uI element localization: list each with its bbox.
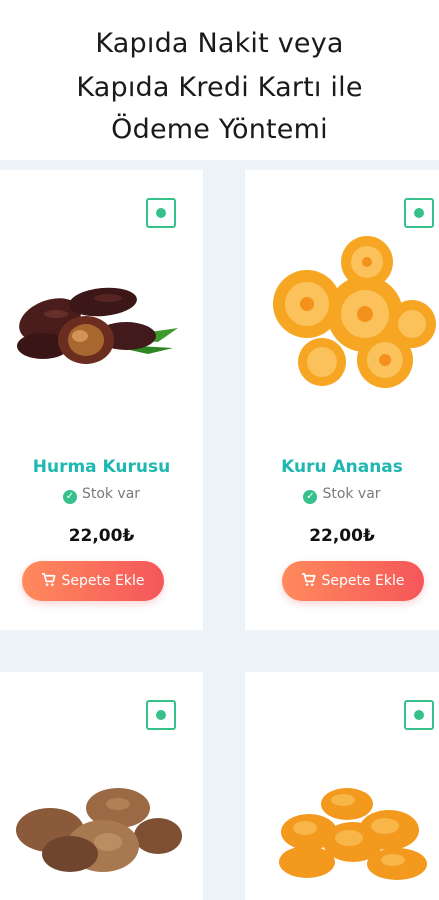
- add-to-cart-button[interactable]: Sepete Ekle: [22, 561, 164, 601]
- product-name[interactable]: Hurma Kurusu: [0, 457, 203, 477]
- product-card-hurma-kurusu[interactable]: Hurma Kurusu ✓ Stok var 22,00₺ Sepete Ekl…: [0, 170, 203, 630]
- header-line-3: Ödeme Yöntemi: [111, 114, 328, 145]
- stock-status: ✓ Stok var: [0, 486, 203, 504]
- dried-figs-image[interactable]: [8, 780, 188, 880]
- cart-icon: [302, 573, 316, 586]
- product-price: 22,00₺: [309, 526, 375, 546]
- header-line-1: Kapıda Nakit veya: [95, 28, 344, 59]
- product-price: 22,00₺: [68, 526, 135, 546]
- veg-badge-icon: [404, 198, 434, 228]
- check-circle-icon: ✓: [62, 490, 77, 504]
- add-to-cart-label: Sepete Ekle: [61, 573, 145, 589]
- product-card-dried-apricots[interactable]: [245, 672, 439, 900]
- check-circle-icon: ✓: [303, 490, 318, 504]
- stock-status: ✓ Stok var: [245, 486, 439, 504]
- dried-apricots-image[interactable]: [267, 780, 437, 880]
- dried-pineapple-image[interactable]: [267, 232, 437, 402]
- cart-icon: [42, 573, 56, 586]
- stock-label: Stok var: [322, 486, 381, 502]
- veg-badge-icon: [404, 700, 434, 730]
- product-card-kuru-ananas[interactable]: Kuru Ananas ✓ Stok var 22,00₺ Sepete Ekle: [245, 170, 439, 630]
- product-name[interactable]: Kuru Ananas: [245, 457, 439, 477]
- veg-badge-icon: [146, 700, 176, 730]
- product-card-dried-figs[interactable]: [0, 672, 203, 900]
- add-to-cart-label: Sepete Ekle: [321, 573, 405, 589]
- veg-badge-icon: [146, 198, 176, 228]
- stock-label: Stok var: [81, 486, 141, 502]
- add-to-cart-button[interactable]: Sepete Ekle: [282, 561, 424, 601]
- dates-image[interactable]: [8, 270, 188, 370]
- page-header: Kapıda Nakit veya Kapıda Kredi Kartı ile…: [0, 0, 439, 160]
- header-line-2: Kapıda Kredi Kartı ile: [76, 72, 363, 103]
